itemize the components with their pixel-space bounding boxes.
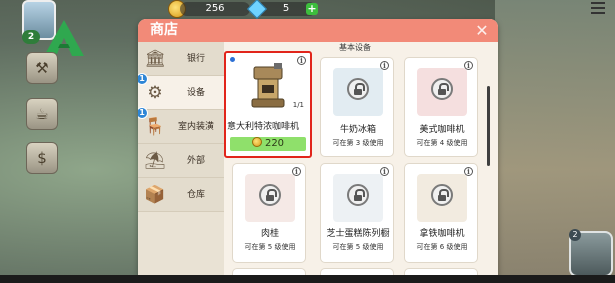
item-name: 肉桂: [260, 229, 279, 239]
item-name: 拿铁咖啡机: [419, 229, 465, 239]
tab-label: 室内装潢: [177, 122, 214, 132]
unlock-level-text: 可在第 5 级使用: [244, 243, 296, 251]
build-tool-button[interactable]: ⚒: [26, 52, 58, 84]
tab-label: 银行: [186, 54, 205, 64]
bottom-strip: [0, 275, 615, 283]
item-card-cinnamon[interactable]: i 肉桂 可在第 5 级使用: [232, 163, 306, 263]
menu-icon[interactable]: [591, 2, 605, 14]
buy-button[interactable]: 220: [230, 137, 306, 151]
item-card-americano-machine[interactable]: i 美式咖啡机 可在第 4 级使用: [404, 57, 478, 157]
shop-sidebar: 🏛 银行 1 ⚙ 设备 1 🪑 室内装潢 ⛱ 外部 📦 仓库: [138, 42, 224, 277]
tab-interior[interactable]: 1 🪑 室内装潢: [138, 107, 224, 144]
item-card-cheesecake-display[interactable]: i 芝士蛋糕陈列橱 可在第 5 级使用: [320, 163, 394, 263]
bank-icon: 🏛: [144, 49, 166, 69]
owned-count: 1/1: [292, 101, 304, 109]
coffee-menu-button[interactable]: ☕: [26, 98, 58, 130]
level-badge: 2: [22, 30, 40, 44]
lock-icon: [347, 184, 369, 206]
close-icon[interactable]: ✕: [474, 23, 490, 39]
tab-label: 外部: [186, 156, 205, 166]
tab-storage[interactable]: 📦 仓库: [138, 178, 224, 212]
new-indicator: [230, 57, 235, 62]
unlock-level-text: 可在第 5 级使用: [332, 243, 384, 251]
unlock-level-text: 可在第 4 级使用: [416, 139, 468, 147]
unlock-level-text: 可在第 6 级使用: [416, 243, 468, 251]
scrollbar[interactable]: [487, 86, 490, 166]
shop-title: 商店: [138, 19, 498, 42]
lock-icon: [431, 184, 453, 206]
lock-icon: [431, 78, 453, 100]
mixer-icon: ⚙: [147, 83, 163, 103]
item-card-latte-machine[interactable]: i 拿铁咖啡机 可在第 6 级使用: [404, 163, 478, 263]
item-name: 美式咖啡机: [419, 125, 465, 135]
espresso-machine-icon: [251, 63, 285, 108]
item-name: 牛奶冰箱: [339, 125, 376, 135]
tab-label: 设备: [186, 88, 205, 98]
boxes-icon: 📦: [144, 185, 166, 205]
lock-icon: [259, 184, 281, 206]
item-price: 220: [264, 138, 285, 149]
info-icon[interactable]: i: [297, 56, 306, 65]
coins-counter: 256: [180, 2, 250, 16]
unlock-level-text: 可在第 3 级使用: [332, 139, 384, 147]
tab-exterior[interactable]: ⛱ 外部: [138, 144, 224, 178]
tab-bank[interactable]: 🏛 银行: [138, 42, 224, 76]
item-name: 意大利特浓咖啡机: [226, 122, 299, 132]
tab-equipment[interactable]: 1 ⚙ 设备: [138, 73, 224, 110]
chair-icon: 🪑: [144, 117, 166, 137]
bench-icon: ⛱: [144, 151, 166, 171]
finance-button[interactable]: $: [26, 142, 58, 174]
add-gems-button[interactable]: +: [306, 3, 318, 15]
minimap-badge: 2: [569, 229, 581, 241]
item-name: 芝士蛋糕陈列橱: [326, 229, 390, 239]
lock-icon: [347, 78, 369, 100]
brand-logo-icon: [44, 20, 84, 56]
item-card-milk-fridge[interactable]: i 牛奶冰箱 可在第 3 级使用: [320, 57, 394, 157]
tab-label: 仓库: [186, 190, 205, 200]
coin-icon: [251, 137, 262, 147]
item-card-espresso-machine[interactable]: i 1/1 意大利特浓咖啡机 220: [224, 51, 312, 158]
